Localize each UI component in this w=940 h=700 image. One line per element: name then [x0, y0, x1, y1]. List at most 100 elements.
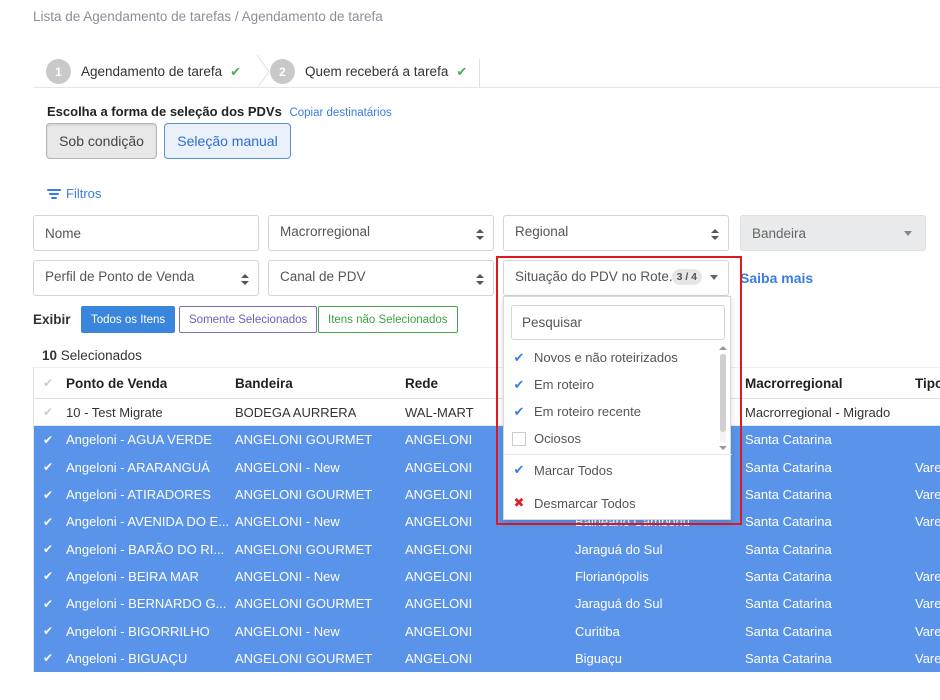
scroll-thumb[interactable]: [720, 354, 726, 432]
scroll-down-icon[interactable]: [719, 446, 727, 450]
condition-button[interactable]: Sob condição: [46, 123, 157, 159]
dropdown-options: ✔ Novos e não roteirizados ✔ Em roteiro …: [504, 344, 732, 452]
cell-tipo: Vare: [915, 459, 940, 475]
step-destinatarios[interactable]: 2 Quem receberá a tarefa ✔: [270, 55, 467, 88]
manual-selection-button[interactable]: Seleção manual: [164, 123, 291, 159]
header-tipo[interactable]: Tipo: [915, 368, 940, 398]
cell-ponto-de-venda: Angeloni - BIGORRILHO: [66, 623, 210, 639]
cell-bandeira: ANGELONI GOURMET: [235, 487, 373, 503]
row-checkbox[interactable]: ✔: [43, 645, 53, 672]
breadcrumb: Lista de Agendamento de tarefas / Agenda…: [33, 9, 383, 24]
row-checkbox[interactable]: ✔: [43, 590, 53, 617]
table-row[interactable]: ✔ Angeloni - ARARANGUÁ ANGELONI - New ANGEL…: [34, 453, 940, 481]
table-row[interactable]: ✔ Angeloni - BIGUAÇU ANGELONI GOURMET ANGEL…: [34, 644, 940, 672]
header-rede[interactable]: Rede: [405, 368, 438, 398]
filter-icon: [47, 187, 61, 201]
cell-ponto-de-venda: Angeloni - AGUA VERDE: [66, 432, 212, 448]
cell-rede: ANGELONI: [405, 596, 473, 612]
table-row[interactable]: ✔ 10 - Test Migrate BODEGA AURRERA WAL-MART…: [34, 399, 940, 427]
option-label: Ociosos: [534, 431, 581, 446]
cell-rede: ANGELONI: [405, 541, 473, 557]
show-label: Exibir: [33, 312, 71, 327]
copy-recipients-link[interactable]: Copiar destinatários: [289, 107, 391, 119]
step-agendamento[interactable]: 1 Agendamento de tarefa ✔: [46, 55, 241, 88]
sort-arrows-icon: [241, 274, 249, 285]
cell-ponto-de-venda: Angeloni - ARARANGUÁ: [66, 459, 210, 475]
header-ponto-de-venda[interactable]: Ponto de Venda: [66, 368, 167, 398]
cell-rede: ANGELONI: [405, 623, 473, 639]
option-label: Novos e não roteirizados: [534, 350, 678, 365]
cell-rede: ANGELONI: [405, 514, 473, 530]
deselect-all-option[interactable]: ✖ Desmarcar Todos: [512, 491, 636, 515]
pdv-profile-select[interactable]: Perfil de Ponto de Venda: [33, 260, 259, 296]
pdv-channel-select[interactable]: Canal de PDV: [268, 260, 494, 296]
table-row[interactable]: ✔ Angeloni - BARÃO DO RI... ANGELONI GOURM…: [34, 535, 940, 563]
cell-bandeira: ANGELONI - New: [235, 623, 340, 639]
pdv-channel-label: Canal de PDV: [280, 269, 366, 284]
cell-tipo: Vare: [915, 650, 940, 666]
header-macrorregional[interactable]: Macrorregional: [745, 368, 843, 398]
filters-label: Filtros: [66, 186, 102, 201]
cell-ponto-de-venda: 10 - Test Migrate: [66, 404, 163, 420]
row-checkbox[interactable]: ✔: [43, 399, 53, 425]
unchecked-box-icon: [512, 431, 526, 446]
selected-count-number: 10: [42, 348, 58, 363]
select-all-option[interactable]: ✔ Marcar Todos: [512, 458, 613, 482]
header-bandeira[interactable]: Bandeira: [235, 368, 293, 398]
dropdown-scrollbar[interactable]: [718, 346, 728, 450]
option-label: Em roteiro: [534, 377, 594, 392]
dropdown-option[interactable]: Ociosos: [512, 425, 581, 452]
step-separator-icon: [256, 55, 270, 88]
row-checkbox[interactable]: ✔: [43, 617, 53, 644]
table-row[interactable]: ✔ Angeloni - AGUA VERDE ANGELONI GOURMET AN…: [34, 426, 940, 454]
show-not-selected-button[interactable]: Itens não Selecionados: [318, 306, 458, 333]
row-checkbox[interactable]: ✔: [43, 454, 53, 481]
row-checkbox[interactable]: ✔: [43, 426, 53, 453]
row-checkbox[interactable]: ✔: [43, 563, 53, 590]
table-row[interactable]: ✔ Angeloni - BEIRA MAR ANGELONI - New ANGEL…: [34, 562, 940, 591]
cell-cidade: Jaraguá do Sul: [575, 541, 663, 557]
cell-tipo: Vare: [915, 514, 940, 530]
close-icon: ✖: [513, 495, 525, 510]
name-input[interactable]: Nome: [33, 215, 259, 251]
checked-icon: ✔: [513, 376, 525, 392]
dropdown-option[interactable]: ✔ Novos e não roteirizados: [512, 344, 678, 371]
dropdown-option[interactable]: ✔ Em roteiro recente: [512, 398, 641, 425]
cell-rede: ANGELONI: [405, 650, 473, 666]
step-number: 1: [46, 59, 71, 84]
table-row[interactable]: ✔ Angeloni - BIGORRILHO ANGELONI - New ANGE…: [34, 617, 940, 645]
dropdown-option[interactable]: ✔ Em roteiro: [512, 371, 594, 398]
dropdown-search-input[interactable]: Pesquisar: [511, 305, 725, 340]
row-checkbox[interactable]: ✔: [43, 508, 53, 535]
cell-ponto-de-venda: Angeloni - BEIRA MAR: [66, 568, 199, 584]
bandeira-label: Bandeira: [752, 225, 807, 241]
option-label: Em roteiro recente: [534, 404, 641, 419]
table-row[interactable]: ✔ Angeloni - BERNARDO G... ANGELONI GOURME…: [34, 590, 940, 618]
filters-toggle[interactable]: Filtros: [47, 186, 101, 201]
row-checkbox[interactable]: ✔: [43, 481, 53, 508]
cell-bandeira: BODEGA AURRERA: [235, 404, 357, 420]
regional-select[interactable]: Regional: [503, 215, 729, 251]
row-checkbox[interactable]: ✔: [43, 535, 53, 562]
cell-cidade: Curitiba: [575, 623, 620, 639]
checked-icon: ✔: [513, 403, 525, 419]
cell-tipo: Vare: [915, 623, 940, 639]
table-row[interactable]: ✔ Angeloni - AVENIDA DO E... ANGELONI - Ne…: [34, 508, 940, 536]
cell-bandeira: ANGELONI GOURMET: [235, 432, 373, 448]
cell-macrorregional: Santa Catarina: [745, 514, 832, 530]
step-number: 2: [270, 59, 295, 84]
step-label: Quem receberá a tarefa: [305, 64, 449, 79]
bandeira-select: Bandeira: [740, 215, 926, 251]
learn-more-link[interactable]: Saiba mais: [740, 270, 813, 286]
sort-arrows-icon: [711, 229, 719, 240]
cell-macrorregional: Santa Catarina: [745, 432, 832, 448]
show-all-button[interactable]: Todos os Itens: [81, 306, 176, 333]
select-all-checkbox[interactable]: ✔: [43, 368, 53, 398]
show-selected-button[interactable]: Somente Selecionados: [179, 306, 318, 333]
cell-bandeira: ANGELONI GOURMET: [235, 650, 373, 666]
sort-arrows-icon: [476, 229, 484, 240]
cell-ponto-de-venda: Angeloni - AVENIDA DO E...: [66, 514, 230, 530]
macroregional-select[interactable]: Macrorregional: [268, 215, 494, 251]
scroll-up-icon[interactable]: [719, 346, 727, 350]
table-row[interactable]: ✔ Angeloni - ATIRADORES ANGELONI GOURMET AN…: [34, 480, 940, 509]
